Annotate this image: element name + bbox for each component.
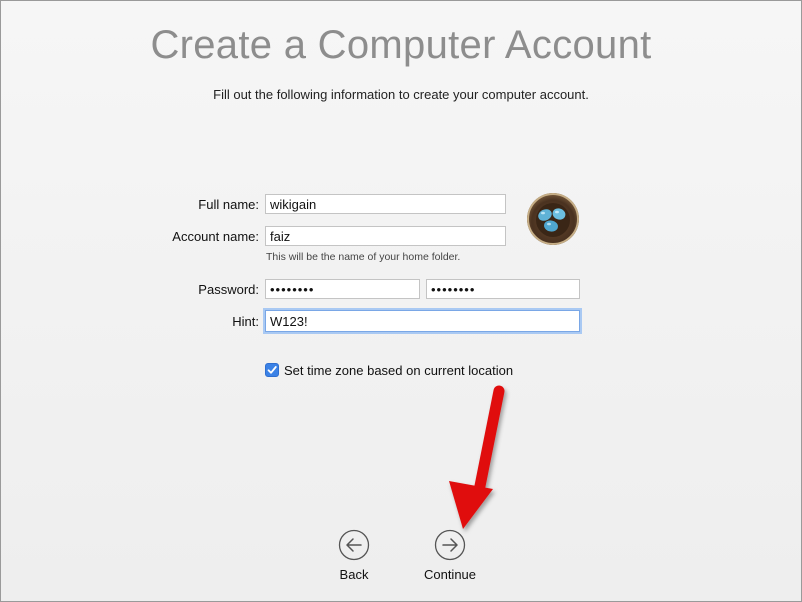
timezone-checkbox[interactable] xyxy=(265,363,279,377)
setup-assistant-window: Create a Computer Account Fill out the f… xyxy=(0,0,802,602)
hint-field[interactable] xyxy=(265,310,580,332)
password-verify-field[interactable] xyxy=(426,279,580,299)
arrow-left-icon xyxy=(338,529,370,561)
continue-button[interactable] xyxy=(434,529,466,561)
checkmark-icon xyxy=(267,366,277,374)
account-name-field[interactable] xyxy=(265,226,506,246)
page-subtitle: Fill out the following information to cr… xyxy=(213,87,589,102)
account-name-label: Account name: xyxy=(172,229,259,244)
full-name-label: Full name: xyxy=(198,197,259,212)
continue-button-label[interactable]: Continue xyxy=(410,567,490,582)
full-name-field[interactable] xyxy=(265,194,506,214)
arrow-right-icon xyxy=(434,529,466,561)
password-field[interactable] xyxy=(265,279,420,299)
timezone-checkbox-label[interactable]: Set time zone based on current location xyxy=(284,363,513,378)
page-title: Create a Computer Account xyxy=(150,23,652,67)
back-button-label[interactable]: Back xyxy=(314,567,394,582)
red-annotation-arrow xyxy=(449,385,505,529)
bird-nest-eggs-icon xyxy=(527,193,579,245)
back-button[interactable] xyxy=(338,529,370,561)
account-name-help-text: This will be the name of your home folde… xyxy=(266,251,461,263)
password-label: Password: xyxy=(198,282,259,297)
hint-label: Hint: xyxy=(232,314,259,329)
user-picture-avatar[interactable] xyxy=(527,193,579,245)
